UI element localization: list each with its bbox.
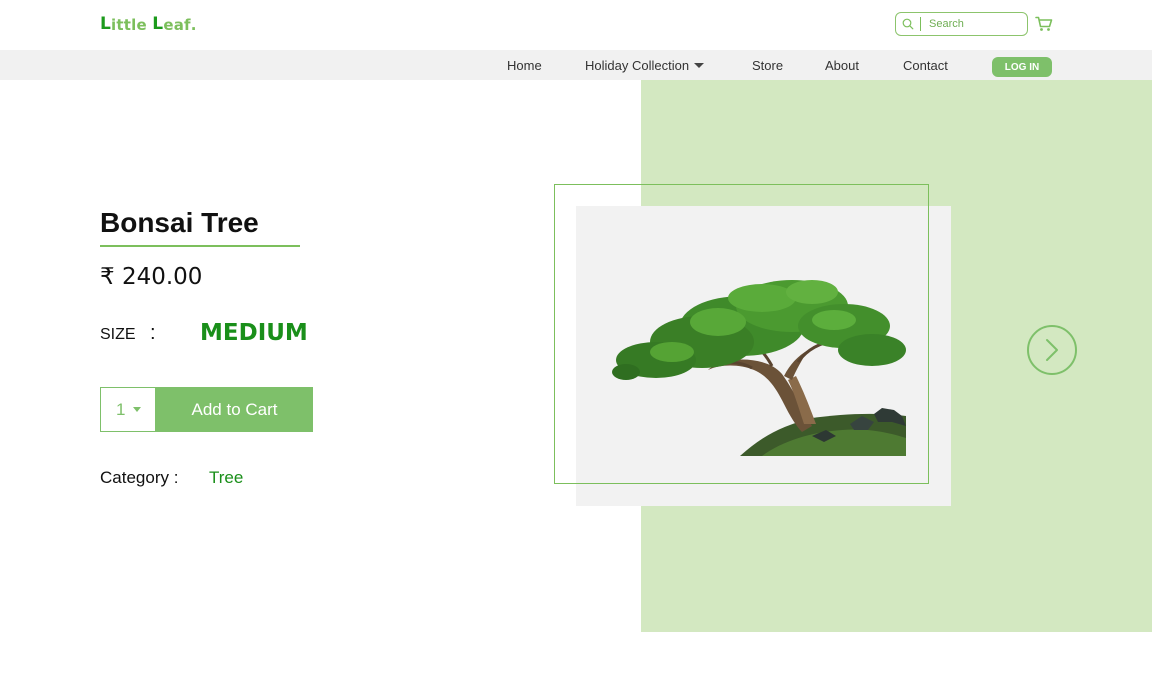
nav-holiday-collection[interactable]: Holiday Collection [585,58,705,73]
caret-down-icon [694,63,705,68]
title-underline [100,245,300,247]
nav-about[interactable]: About [825,58,859,73]
category-label: Category : [100,468,179,487]
chevron-right-icon [1046,339,1058,361]
logo-letter-2: L [152,14,164,34]
search-divider [920,17,921,31]
size-separator: : [150,322,156,344]
add-to-cart-button[interactable]: Add to Cart [156,387,313,432]
size-value: MEDIUM [200,320,308,346]
product-title: Bonsai Tree [100,207,259,238]
logo-word-1: ittle [111,16,153,34]
brand-logo[interactable]: L ittle L eaf . [100,14,197,35]
logo-word-2: eaf [163,16,191,34]
search-input[interactable] [929,18,1017,30]
search-icon[interactable] [896,13,920,35]
next-image-button[interactable] [1027,325,1077,375]
logo-letter-1: L [100,14,112,34]
nav-store[interactable]: Store [752,58,783,73]
product-price: ₹ 240.00 [100,264,203,290]
caret-down-icon [133,407,142,412]
quantity-value: 1 [116,399,126,419]
logo-dot: . [190,16,197,34]
bonsai-tree-image [612,280,906,456]
main-nav: Home Holiday Collection Store About Cont… [0,50,1152,80]
top-bar: L ittle L eaf . [0,0,1152,50]
cart-icon[interactable] [1035,16,1053,32]
login-button[interactable]: LOG IN [992,57,1052,77]
size-label: SIZE [100,326,136,343]
category-link[interactable]: Tree [209,468,243,488]
quantity-select[interactable]: 1 [100,387,156,432]
nav-contact[interactable]: Contact [903,58,948,73]
search-box[interactable] [895,12,1028,36]
nav-holiday-label: Holiday Collection [585,58,690,73]
nav-home[interactable]: Home [507,58,542,73]
